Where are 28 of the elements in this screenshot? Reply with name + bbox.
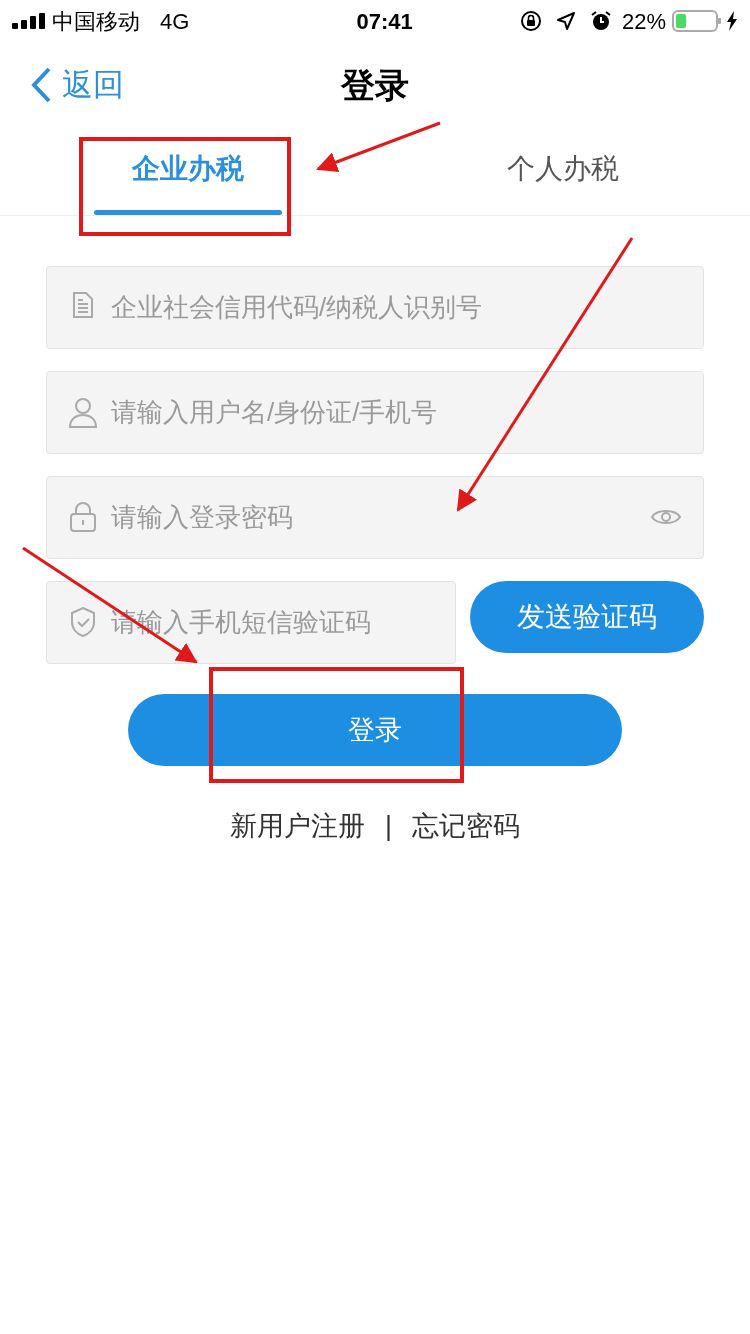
page-title: 登录 [339,64,410,106]
input-field[interactable]: 请输入登录密码 [46,476,704,559]
signal-icon [12,13,46,29]
battery-percent: 22% [621,7,666,36]
input-field[interactable]: 企业社会信用代码/纳税人识别号 [46,266,704,349]
register-link[interactable]: 新用户注册 [230,806,365,847]
battery-icon [672,10,722,32]
input-field[interactable]: 请输入用户名/身份证/手机号 [46,371,704,454]
carrier-name: 中国移动 [52,7,140,36]
login-button[interactable]: 登录 [128,694,622,766]
back-button[interactable]: 返回 [30,61,124,109]
rotation-lock-icon [519,10,542,32]
location-arrow-icon [555,11,576,31]
back-chevron-icon [30,67,52,103]
clock-time: 07:41 [356,7,413,36]
alarm-clock-icon [589,10,612,32]
send-code-button[interactable]: 发送验证码 [470,581,704,653]
tab[interactable]: 企业办税 [0,128,375,215]
tab[interactable]: 个人办税 [375,128,750,215]
document-icon [72,291,94,319]
charging-bolt-icon [726,11,738,31]
lock-icon [69,501,97,533]
network-type: 4G [160,7,190,36]
forgot-password-link[interactable]: 忘记密码 [412,806,520,847]
link-separator: | [385,810,392,843]
user-icon [68,396,98,428]
eye-icon[interactable] [650,507,682,527]
shield-check-icon [69,606,97,638]
